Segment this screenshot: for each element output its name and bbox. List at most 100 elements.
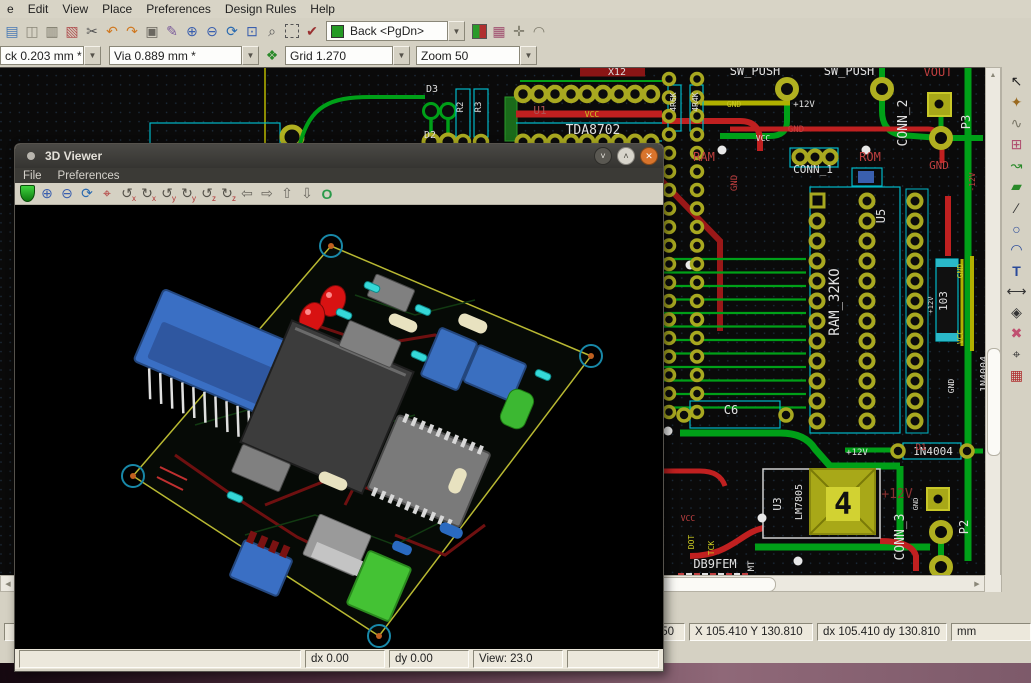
- status-position: X 105.410 Y 130.810: [689, 623, 813, 641]
- settings-toolbar: ck 0.203 mm * ▼ Via 0.889 mm * ▼ ❖ Grid …: [0, 44, 1031, 67]
- move-right-icon[interactable]: ⇨: [257, 183, 277, 204]
- viewer3d-status-message: [19, 650, 301, 668]
- save-board-icon[interactable]: ◫: [22, 21, 42, 42]
- grid-combo[interactable]: Grid 1.270: [285, 46, 393, 65]
- add-dimension-icon[interactable]: ⟷: [1007, 281, 1027, 302]
- rotate-x-neg-icon[interactable]: ↺x: [117, 183, 137, 204]
- viewer3d-menu-item-file[interactable]: File: [15, 170, 50, 182]
- vertical-scroll-thumb[interactable]: [987, 348, 1001, 456]
- add-footprint-icon[interactable]: ⊞: [1007, 134, 1027, 155]
- viewer3d-menu-item-preferences[interactable]: Preferences: [50, 170, 128, 182]
- pcb-label: GND: [727, 100, 742, 109]
- rotate-y-neg-icon[interactable]: ↺y: [157, 183, 177, 204]
- vertical-scrollbar[interactable]: ▲ ▼: [985, 67, 1001, 592]
- undo-icon[interactable]: ↶: [102, 21, 122, 42]
- zoom-fit-icon[interactable]: ⌖: [97, 183, 117, 204]
- place-origin-icon[interactable]: ⌖: [1007, 344, 1027, 365]
- menu-item-e[interactable]: e: [0, 1, 21, 17]
- layers-manager-icon[interactable]: [469, 21, 489, 42]
- page-settings-icon[interactable]: ▧: [62, 21, 82, 42]
- module-mode-icon[interactable]: ▦: [489, 21, 509, 42]
- layer-selector-value: Back <PgDn>: [350, 24, 424, 38]
- pcb-label: CONN_2: [896, 100, 911, 147]
- add-arc-icon[interactable]: ◠: [1007, 239, 1027, 260]
- layer-selector-dropdown-button[interactable]: ▼: [448, 21, 465, 41]
- via-size-dropdown-button[interactable]: ▼: [242, 46, 259, 65]
- add-target-icon[interactable]: ◈: [1007, 302, 1027, 323]
- highlight-net-icon[interactable]: ✦: [1007, 92, 1027, 113]
- plot-icon[interactable]: ✎: [162, 21, 182, 42]
- pcb-label: VCC: [956, 330, 965, 345]
- scrollbar-corner: [985, 575, 1001, 592]
- via-size-combo[interactable]: Via 0.889 mm *: [109, 46, 242, 65]
- pcb-label: VCC: [585, 110, 600, 119]
- track-width-dropdown-button[interactable]: ▼: [84, 46, 101, 65]
- pcb-label: +12V: [793, 100, 815, 110]
- menu-item-place[interactable]: Place: [95, 1, 139, 17]
- redo-icon[interactable]: ↷: [122, 21, 142, 42]
- find-icon[interactable]: ⌕: [262, 21, 282, 42]
- select-tool-icon[interactable]: ↖: [1007, 71, 1027, 92]
- track-width-combo[interactable]: ck 0.203 mm *: [0, 46, 84, 65]
- zoom-out-icon[interactable]: ⊖: [202, 21, 222, 42]
- menu-item-view[interactable]: View: [55, 1, 95, 17]
- menu-item-design-rules[interactable]: Design Rules: [218, 1, 303, 17]
- scroll-up-arrow[interactable]: ▲: [986, 68, 1000, 83]
- viewer3d-titlebar[interactable]: 3D Viewer ˅ ˄ ✕: [15, 144, 663, 168]
- add-line-icon[interactable]: ∕: [1007, 197, 1027, 218]
- open-board-icon[interactable]: ▤: [2, 21, 22, 42]
- cut-icon[interactable]: ✂: [82, 21, 102, 42]
- local-ratsnest-icon[interactable]: ∿: [1007, 113, 1027, 134]
- track-mode-icon[interactable]: ✛: [509, 21, 529, 42]
- delete-tool-icon[interactable]: ✖: [1007, 323, 1027, 344]
- layer-selector[interactable]: Back <PgDn>: [326, 21, 448, 41]
- rotate-z-pos-icon[interactable]: ↻z: [217, 183, 237, 204]
- rotate-y-pos-icon[interactable]: ↻y: [177, 183, 197, 204]
- viewer3d-canvas[interactable]: [15, 205, 663, 649]
- menu-item-preferences[interactable]: Preferences: [139, 1, 218, 17]
- zoom-in-icon[interactable]: ⊕: [37, 183, 57, 204]
- zoom-out-icon[interactable]: ⊖: [57, 183, 77, 204]
- grid-origin-icon[interactable]: ▦: [1007, 365, 1027, 386]
- rotate-x-pos-icon[interactable]: ↻x: [137, 183, 157, 204]
- pcb-label: U1: [533, 104, 546, 117]
- redraw-icon[interactable]: ⟳: [77, 183, 97, 204]
- rotate-z-neg-icon[interactable]: ↺z: [197, 183, 217, 204]
- move-up-icon[interactable]: ⇧: [277, 183, 297, 204]
- close-button[interactable]: ✕: [640, 147, 658, 165]
- reload-board-icon[interactable]: [17, 183, 37, 204]
- microwave-mode-icon[interactable]: ◠: [529, 21, 549, 42]
- move-down-icon[interactable]: ⇩: [297, 183, 317, 204]
- pcb-label: RAM: [693, 150, 715, 164]
- move-left-icon[interactable]: ⇦: [237, 183, 257, 204]
- menu-item-help[interactable]: Help: [303, 1, 342, 17]
- pcb-label: GND: [730, 175, 740, 191]
- add-circle-icon[interactable]: ○: [1007, 218, 1027, 239]
- status-units: mm: [951, 623, 1031, 641]
- scroll-left-arrow[interactable]: ◀: [1, 576, 15, 591]
- zoom-fit-icon[interactable]: ⊡: [242, 21, 262, 42]
- grid-dropdown-button[interactable]: ▼: [393, 46, 410, 65]
- minimize-button[interactable]: ˅: [594, 147, 612, 165]
- board-settings-icon[interactable]: ▥: [42, 21, 62, 42]
- pcb-label: 4: [834, 487, 852, 522]
- add-zone-icon[interactable]: ▰: [1007, 176, 1027, 197]
- ortho-icon[interactable]: O: [317, 183, 337, 204]
- zoom-in-icon[interactable]: ⊕: [182, 21, 202, 42]
- auto-track-width-icon[interactable]: ❖: [262, 45, 282, 66]
- zoom-dropdown-button[interactable]: ▼: [520, 46, 537, 65]
- maximize-button[interactable]: ˄: [617, 147, 635, 165]
- add-track-icon[interactable]: ↝: [1007, 155, 1027, 176]
- print-icon[interactable]: ▣: [142, 21, 162, 42]
- zoom-combo[interactable]: Zoom 50: [416, 46, 520, 65]
- viewer3d-window: 3D Viewer ˅ ˄ ✕ FilePreferences ⊕⊖⟳⌖↺x↻x…: [14, 143, 664, 672]
- add-text-icon[interactable]: T: [1007, 260, 1027, 281]
- redraw-icon[interactable]: ⟳: [222, 21, 242, 42]
- window-icon: [27, 152, 35, 160]
- scroll-right-arrow[interactable]: ▶: [970, 576, 984, 591]
- netlist-icon[interactable]: [282, 21, 302, 42]
- right-toolbar: ↖✦∿⊞↝▰∕○◠T⟷◈✖⌖▦: [1001, 67, 1031, 592]
- pcb-label: VOUT: [924, 68, 953, 79]
- drc-check-icon[interactable]: ✔: [302, 21, 322, 42]
- menu-item-edit[interactable]: Edit: [21, 1, 56, 17]
